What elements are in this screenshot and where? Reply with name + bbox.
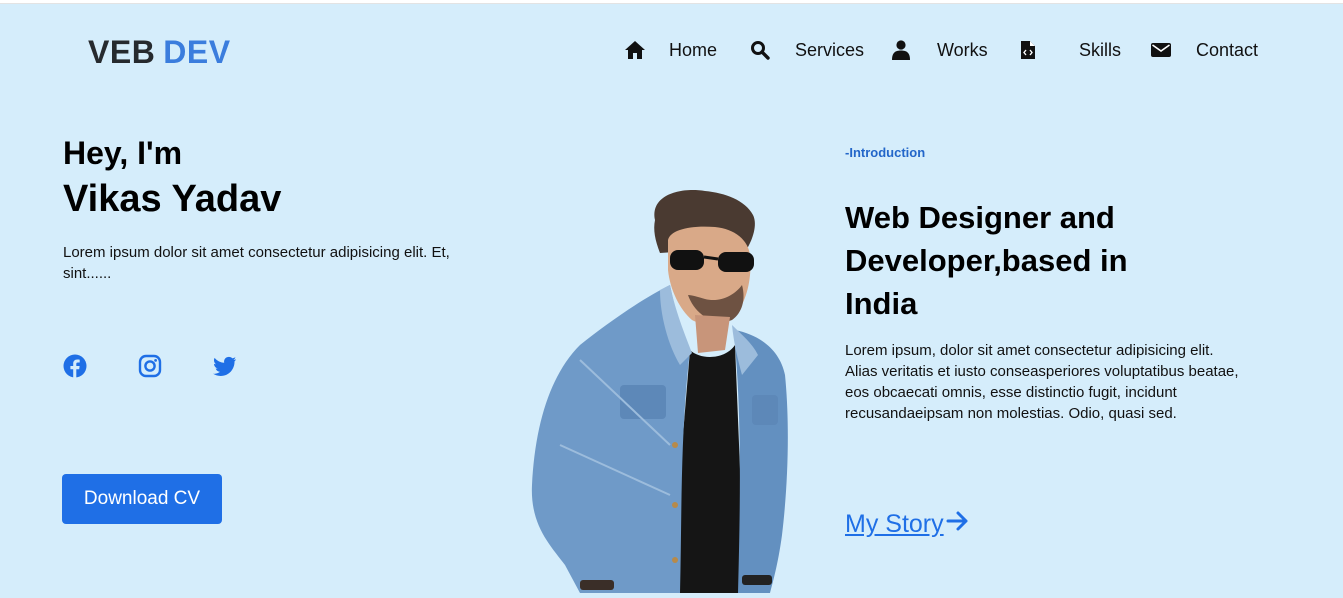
nav-label-contact: Contact — [1196, 39, 1259, 60]
section-tag: -Introduction — [845, 145, 926, 160]
hero-intro: Lorem ipsum dolor sit amet consectetur a… — [63, 244, 450, 282]
top-border — [0, 0, 1343, 4]
envelope-icon — [1151, 42, 1171, 58]
instagram-icon[interactable] — [138, 354, 162, 378]
arrow-right-icon — [944, 510, 970, 539]
about-headline: Web Designer and Developer,based in Indi… — [845, 200, 1128, 321]
my-story-label: My Story — [845, 510, 944, 538]
nav-label-home: Home — [669, 39, 718, 60]
user-icon — [892, 40, 910, 60]
code-file-icon — [1020, 40, 1036, 60]
nav-label-services: Services — [795, 39, 865, 60]
brand-logo[interactable]: VEB DEV — [88, 34, 231, 71]
my-story-link[interactable]: My Story — [845, 510, 970, 539]
brand-logo-part2: DEV — [163, 34, 231, 70]
nav-label-skills: Skills — [1079, 39, 1122, 60]
greeting: Hey, I'm — [63, 135, 183, 171]
download-cv-button[interactable]: Download CV — [62, 474, 222, 524]
about-body: Lorem ipsum, dolor sit amet consectetur … — [845, 342, 1239, 422]
nav-item-works[interactable]: Works — [892, 36, 988, 64]
home-icon — [624, 40, 646, 60]
hero-portrait-image — [520, 185, 810, 593]
hero-name: Vikas Yadav — [63, 178, 282, 220]
nav-label-works: Works — [937, 39, 988, 60]
brand-logo-part1: VEB — [88, 34, 156, 70]
nav-item-contact[interactable]: Contact — [1151, 36, 1258, 64]
facebook-icon[interactable] — [63, 354, 87, 378]
twitter-icon[interactable] — [213, 354, 237, 378]
nav-item-home[interactable]: Home — [624, 36, 717, 64]
search-icon — [750, 40, 770, 60]
nav-item-services[interactable]: Services — [750, 36, 864, 64]
nav-item-skills[interactable]: Skills — [1020, 36, 1121, 64]
